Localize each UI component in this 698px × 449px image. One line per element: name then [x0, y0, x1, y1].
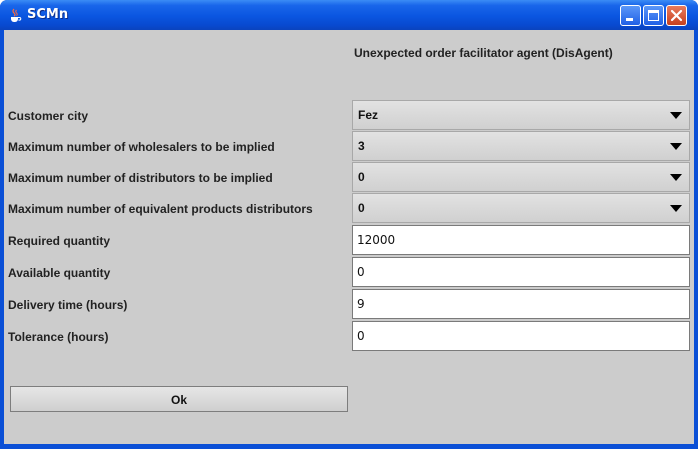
dropdown-arrow-icon — [670, 143, 682, 150]
max-equivalent-distributors-select[interactable]: 0 — [352, 193, 690, 223]
dropdown-arrow-icon — [670, 112, 682, 119]
minimize-icon — [626, 18, 633, 21]
max-distributors-value: 0 — [358, 170, 365, 184]
window-title: SCMn — [27, 7, 69, 22]
delivery-time-label: Delivery time (hours) — [8, 298, 128, 312]
tolerance-label: Tolerance (hours) — [8, 330, 109, 344]
required-quantity-label: Required quantity — [8, 234, 111, 248]
customer-city-value: Fez — [358, 108, 379, 122]
title-bar[interactable]: SCMn — [0, 0, 698, 30]
delivery-time-input[interactable] — [353, 290, 689, 318]
max-wholesalers-value: 3 — [358, 139, 365, 153]
max-distributors-select[interactable]: 0 — [352, 162, 690, 192]
tolerance-input[interactable] — [353, 322, 689, 350]
available-quantity-field[interactable] — [352, 257, 690, 287]
ok-button[interactable]: Ok — [10, 386, 348, 412]
tolerance-field[interactable] — [352, 321, 690, 351]
java-cup-icon — [11, 8, 22, 22]
available-quantity-input[interactable] — [353, 258, 689, 286]
max-distributors-label: Maximum number of distributors to be imp… — [8, 171, 273, 185]
delivery-time-field[interactable] — [352, 289, 690, 319]
app-window: SCMn Unexpected order facilitator agent … — [0, 0, 698, 449]
max-wholesalers-select[interactable]: 3 — [352, 131, 690, 161]
close-button[interactable] — [666, 5, 687, 26]
max-wholesalers-label: Maximum number of wholesalers to be impl… — [8, 140, 275, 154]
max-equivalent-distributors-label: Maximum number of equivalent products di… — [8, 202, 313, 216]
maximize-icon — [648, 10, 659, 21]
close-icon — [670, 9, 683, 22]
max-equivalent-distributors-value: 0 — [358, 201, 365, 215]
required-quantity-field[interactable] — [352, 225, 690, 255]
customer-city-label: Customer city — [8, 109, 89, 123]
required-quantity-input[interactable] — [353, 226, 689, 254]
dropdown-arrow-icon — [670, 205, 682, 212]
minimize-button[interactable] — [620, 5, 641, 26]
maximize-button[interactable] — [643, 5, 664, 26]
form-header: Unexpected order facilitator agent (DisA… — [354, 46, 613, 60]
form-panel: Unexpected order facilitator agent (DisA… — [4, 30, 694, 444]
customer-city-select[interactable]: Fez — [352, 100, 690, 130]
dropdown-arrow-icon — [670, 174, 682, 181]
available-quantity-label: Available quantity — [8, 266, 111, 280]
